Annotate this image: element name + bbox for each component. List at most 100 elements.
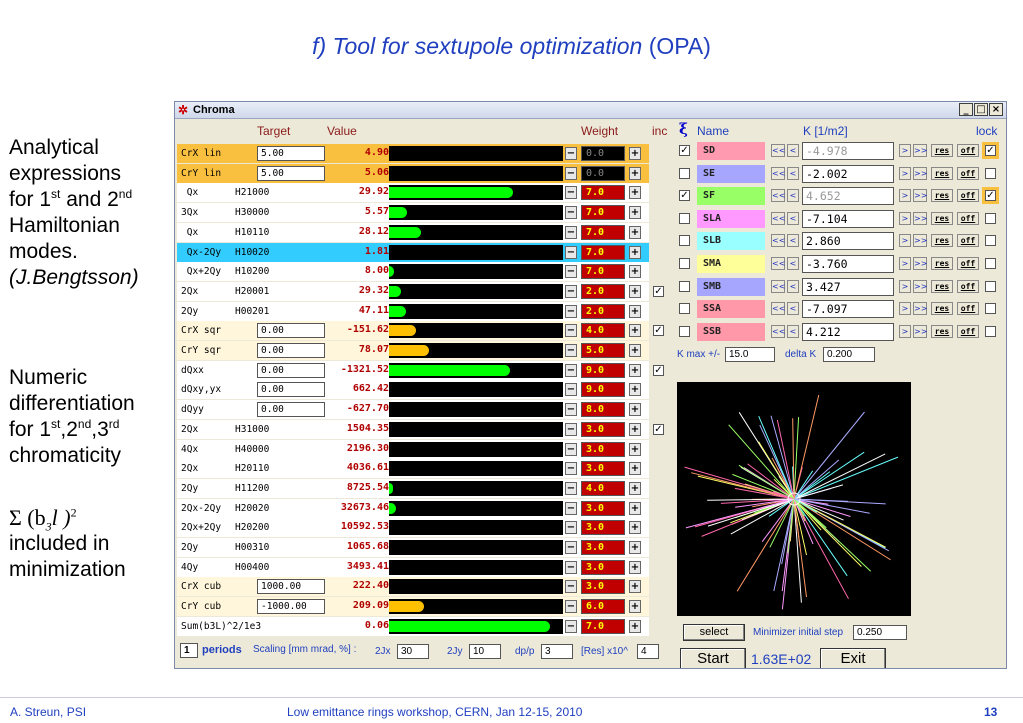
target-input[interactable]: 0.00 [257, 343, 325, 358]
weight-field[interactable]: 5.0 [581, 343, 625, 358]
k-decrease-button[interactable]: < [787, 234, 799, 248]
lock-checkbox[interactable] [985, 258, 996, 269]
k-input[interactable]: -2.002 [802, 164, 894, 183]
k-decrease-button[interactable]: < [787, 324, 799, 338]
weight-increase-button[interactable]: + [629, 265, 641, 279]
weight-field[interactable]: 4.0 [581, 480, 625, 496]
weight-increase-button[interactable]: + [629, 600, 641, 614]
k-increase-button[interactable]: > [899, 144, 911, 157]
exit-button[interactable]: Exit [820, 648, 886, 668]
weight-field[interactable]: 7.0 [581, 224, 625, 240]
minimize-button[interactable]: _ [959, 103, 973, 116]
target-input[interactable]: 5.00 [257, 165, 325, 181]
xi-checkbox[interactable] [679, 167, 690, 179]
start-button[interactable]: Start [680, 648, 746, 668]
weight-decrease-button[interactable]: − [565, 206, 577, 220]
weight-increase-button[interactable]: + [629, 166, 641, 180]
maximize-button[interactable]: □ [974, 103, 988, 116]
periods-input[interactable]: 1 [180, 643, 198, 658]
k-decrease-button[interactable]: < [787, 302, 799, 316]
lock-checkbox[interactable] [985, 212, 996, 224]
k-fast-decrease-button[interactable]: << [771, 302, 785, 316]
weight-increase-button[interactable]: + [629, 363, 641, 377]
xi-checkbox[interactable] [679, 325, 690, 337]
off-button[interactable]: off [957, 234, 979, 248]
inc-checkbox[interactable]: ✓ [653, 285, 664, 297]
off-button[interactable]: off [957, 257, 979, 270]
reset-button[interactable]: res [931, 166, 953, 180]
weight-field[interactable]: 7.0 [581, 205, 625, 221]
off-button[interactable]: off [957, 302, 979, 316]
k-input[interactable]: 3.427 [802, 277, 894, 296]
weight-field[interactable]: 9.0 [581, 382, 625, 398]
weight-increase-button[interactable]: + [629, 442, 641, 456]
weight-increase-button[interactable]: + [629, 284, 641, 298]
off-button[interactable]: off [957, 324, 979, 338]
weight-decrease-button[interactable]: − [565, 363, 577, 377]
k-decrease-button[interactable]: < [787, 166, 799, 180]
k-input[interactable]: -4.978 [802, 142, 894, 160]
target-input[interactable]: 5.00 [257, 146, 325, 161]
weight-decrease-button[interactable]: − [565, 560, 577, 574]
weight-increase-button[interactable]: + [629, 481, 641, 495]
target-input[interactable]: 0.00 [257, 382, 325, 398]
k-fast-decrease-button[interactable]: << [771, 166, 785, 180]
weight-field[interactable]: 7.0 [581, 244, 625, 260]
weight-decrease-button[interactable]: − [565, 403, 577, 417]
weight-decrease-button[interactable]: − [565, 304, 577, 318]
kmax-input[interactable]: 15.0 [725, 347, 775, 362]
k-fast-decrease-button[interactable]: << [771, 279, 785, 293]
weight-field[interactable]: 3.0 [581, 520, 625, 536]
xi-checkbox[interactable] [679, 212, 690, 224]
k-input[interactable]: -7.104 [802, 209, 894, 228]
k-fast-increase-button[interactable]: >> [913, 189, 927, 203]
lock-checkbox[interactable]: ✓ [985, 145, 996, 156]
weight-increase-button[interactable]: + [629, 186, 641, 200]
k-increase-button[interactable]: > [899, 211, 911, 225]
weight-increase-button[interactable]: + [629, 541, 641, 554]
weight-field[interactable]: 3.0 [581, 441, 625, 457]
weight-field[interactable]: 7.0 [581, 264, 625, 280]
k-fast-increase-button[interactable]: >> [913, 211, 927, 225]
k-fast-increase-button[interactable]: >> [913, 166, 927, 180]
weight-increase-button[interactable]: + [629, 245, 641, 259]
weight-increase-button[interactable]: + [629, 147, 641, 160]
inc-checkbox[interactable]: ✓ [653, 325, 664, 337]
weight-decrease-button[interactable]: − [565, 541, 577, 554]
weight-decrease-button[interactable]: − [565, 344, 577, 357]
inc-checkbox[interactable]: ✓ [653, 364, 664, 376]
lock-checkbox[interactable] [985, 280, 996, 292]
weight-increase-button[interactable]: + [629, 560, 641, 574]
xi-checkbox[interactable] [679, 235, 690, 247]
k-increase-button[interactable]: > [899, 302, 911, 316]
xi-checkbox[interactable]: ✓ [679, 145, 690, 156]
reset-button[interactable]: res [931, 144, 953, 157]
xi-checkbox[interactable] [679, 280, 690, 292]
reset-button[interactable]: res [931, 211, 953, 225]
weight-decrease-button[interactable]: − [565, 600, 577, 614]
k-decrease-button[interactable]: < [787, 279, 799, 293]
k-fast-decrease-button[interactable]: << [771, 257, 785, 270]
reset-button[interactable]: res [931, 279, 953, 293]
target-input[interactable]: 0.00 [257, 323, 325, 339]
weight-field[interactable]: 7.0 [581, 185, 625, 201]
weight-decrease-button[interactable]: − [565, 284, 577, 298]
weight-decrease-button[interactable]: − [565, 186, 577, 200]
k-input[interactable]: -3.760 [802, 255, 894, 273]
k-fast-increase-button[interactable]: >> [913, 279, 927, 293]
weight-increase-button[interactable]: + [629, 462, 641, 476]
weight-increase-button[interactable]: + [629, 383, 641, 397]
step-input[interactable]: 0.250 [853, 625, 907, 640]
off-button[interactable]: off [957, 144, 979, 157]
k-fast-decrease-button[interactable]: << [771, 211, 785, 225]
weight-decrease-button[interactable]: − [565, 442, 577, 456]
target-input[interactable]: -1000.00 [257, 599, 325, 615]
delta-k-input[interactable]: 0.200 [823, 347, 875, 362]
weight-increase-button[interactable]: + [629, 403, 641, 417]
weight-field[interactable]: 3.0 [581, 579, 625, 595]
weight-decrease-button[interactable]: − [565, 619, 577, 633]
weight-decrease-button[interactable]: − [565, 521, 577, 535]
weight-increase-button[interactable]: + [629, 304, 641, 318]
lock-checkbox[interactable] [985, 167, 996, 179]
weight-decrease-button[interactable]: − [565, 265, 577, 279]
